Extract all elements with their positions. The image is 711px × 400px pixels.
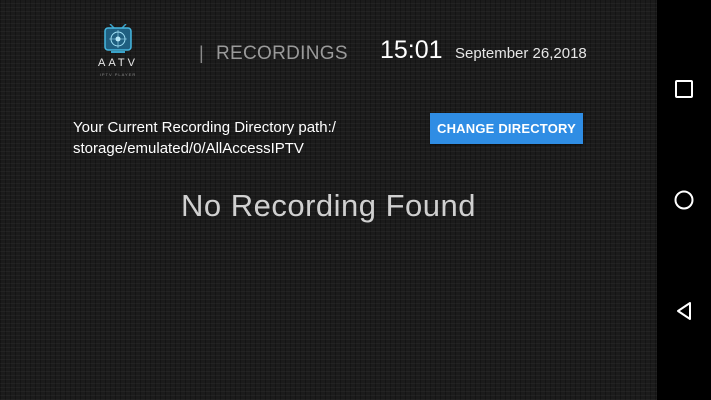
tv-logo-icon <box>104 24 132 53</box>
logo-subtitle: IPTV PLAYER <box>99 72 137 77</box>
change-directory-button[interactable]: CHANGE DIRECTORY <box>430 113 583 144</box>
empty-state-message: No Recording Found <box>180 188 477 223</box>
logo-name: AATV <box>98 57 138 69</box>
clock-date: September 26,2018 <box>455 45 587 62</box>
path-label-line-1: Your Current Recording Directory path:/ <box>73 119 336 136</box>
android-navigation-bar <box>657 0 711 400</box>
path-label-line-2: storage/emulated/0/AllAccessIPTV <box>73 140 304 157</box>
recents-button[interactable] <box>668 73 700 105</box>
back-button[interactable] <box>668 295 700 327</box>
app-screen: AATV IPTV PLAYER | RECORDINGS 15:01 Sept… <box>0 0 657 400</box>
home-button[interactable] <box>668 184 700 216</box>
clock-time: 15:01 <box>380 36 443 64</box>
recording-directory-label: Your Current Recording Directory path:/ … <box>73 117 336 159</box>
title-separator: | <box>199 43 204 63</box>
recents-icon <box>675 80 693 98</box>
page-title: RECORDINGS <box>216 43 348 64</box>
back-icon <box>677 302 691 320</box>
home-icon <box>674 190 694 210</box>
app-logo: AATV IPTV PLAYER <box>93 22 143 80</box>
